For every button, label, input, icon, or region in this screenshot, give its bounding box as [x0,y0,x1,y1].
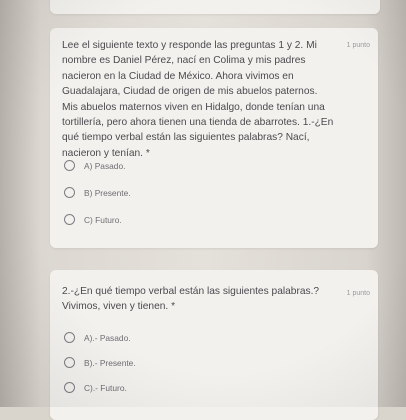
question-1-text: Lee el siguiente texto y responde las pr… [62,40,334,159]
question-1-option-a[interactable]: A) Pasado. [64,160,125,171]
option-label: B).- Presente. [84,357,136,368]
radio-icon[interactable] [64,332,75,343]
question-1-option-b[interactable]: B) Presente. [64,187,131,198]
option-label: C) Futuro. [84,214,122,225]
radio-icon[interactable] [64,214,75,225]
option-label: C).- Futuro. [84,382,127,393]
question-1-points: 1 punto [346,42,370,49]
option-label: B) Presente. [84,187,131,198]
option-label: A).- Pasado. [84,332,131,343]
question-2-option-c[interactable]: C).- Futuro. [64,382,127,393]
question-2-text: 2.-¿En qué tiempo verbal están las sigui… [62,286,320,313]
question-2-option-b[interactable]: B).- Presente. [64,357,136,368]
previous-question-card [50,0,380,14]
radio-icon[interactable] [64,382,75,393]
question-1-option-c[interactable]: C) Futuro. [64,214,122,225]
radio-icon[interactable] [64,357,75,368]
question-card-2: 2.-¿En qué tiempo verbal están las sigui… [50,270,378,420]
radio-icon[interactable] [64,187,75,198]
question-2-option-a[interactable]: A).- Pasado. [64,332,131,343]
question-2-points: 1 punto [346,290,370,297]
radio-icon[interactable] [64,160,75,171]
option-label: A) Pasado. [84,160,126,171]
question-card-1: Lee el siguiente texto y responde las pr… [50,28,378,248]
